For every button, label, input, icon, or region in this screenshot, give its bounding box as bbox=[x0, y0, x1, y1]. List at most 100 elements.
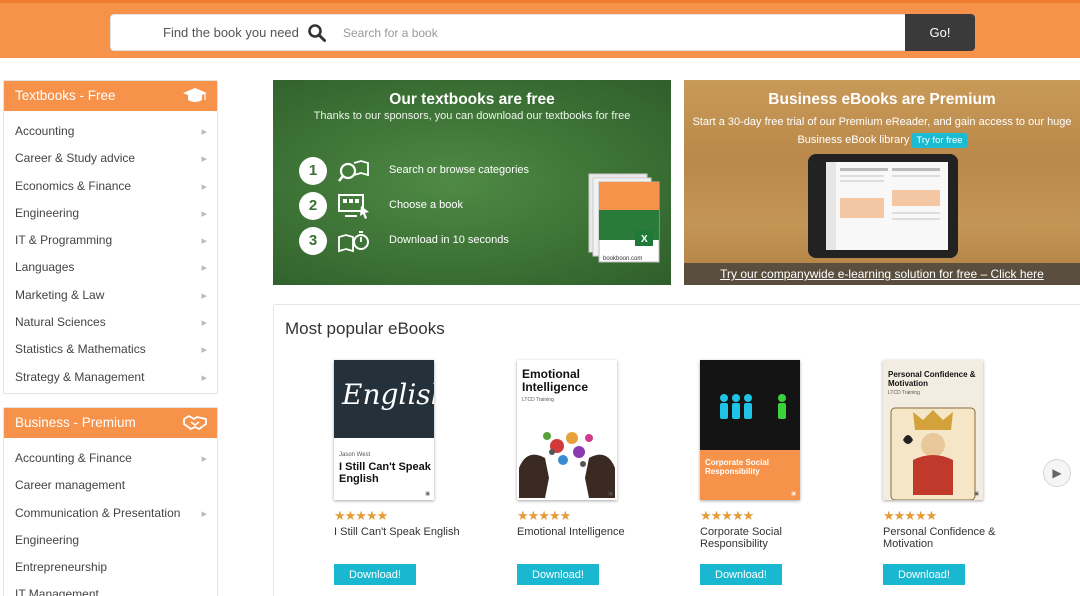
sidebar-item-marketing-law[interactable]: Marketing & Law ▸ bbox=[4, 281, 217, 308]
step-number: 1 bbox=[299, 157, 327, 185]
book-card: Personal Confidence & Motivation LTCD Tr… bbox=[883, 360, 1013, 585]
book-title[interactable]: Personal Confidence & Motivation bbox=[883, 526, 1013, 554]
king-card-icon bbox=[890, 407, 976, 500]
book-title[interactable]: Emotional Intelligence bbox=[517, 526, 647, 554]
publisher-logo-icon: ▣ bbox=[974, 491, 979, 497]
sidebar-free-panel: Textbooks - Free Accounting ▸ Career & St… bbox=[3, 80, 218, 394]
step-text: Choose a book bbox=[389, 199, 463, 211]
step-number: 2 bbox=[299, 192, 327, 220]
elearning-footer: Try our companywide e-learning solution … bbox=[684, 263, 1080, 285]
sidebar-item-label: Career management bbox=[15, 478, 126, 493]
chevron-right-icon: ▸ bbox=[201, 371, 207, 384]
sidebar-premium-header[interactable]: Business - Premium bbox=[4, 408, 217, 438]
sidebar-item-strategy-management[interactable]: Strategy & Management ▸ bbox=[4, 363, 217, 390]
sidebar-item-engineering-premium[interactable]: Engineering bbox=[4, 526, 217, 553]
elearning-link[interactable]: Try our companywide e-learning solution … bbox=[720, 267, 1044, 281]
publisher-logo-icon: ▣ bbox=[791, 491, 796, 497]
sidebar-item-it-programming[interactable]: IT & Programming ▸ bbox=[4, 226, 217, 253]
bookboon-logo-text: bookboon.com bbox=[603, 256, 642, 262]
book-cover[interactable]: Corporate Social Responsibility ▣ bbox=[700, 360, 800, 500]
sidebar-item-label: Communication & Presentation bbox=[15, 505, 181, 520]
rating-stars: ★★★★★ bbox=[334, 508, 388, 523]
cover-title: Emotional Intelligence bbox=[522, 367, 589, 394]
sidebar-premium-list: Accounting & Finance ▸ Career management … bbox=[4, 438, 217, 596]
cover-title: Personal Confidence & Motivation bbox=[888, 370, 976, 388]
monitor-cursor-icon bbox=[338, 194, 369, 219]
step-text: Download in 10 seconds bbox=[389, 234, 509, 246]
chevron-right-icon: ▶ bbox=[1052, 466, 1062, 480]
sidebar-item-career-study[interactable]: Career & Study advice ▸ bbox=[4, 144, 217, 171]
sidebar-item-label: Entrepreneurship bbox=[15, 560, 108, 575]
go-button[interactable]: Go! bbox=[905, 14, 975, 51]
book-cover[interactable]: Personal Confidence & Motivation LTCD Tr… bbox=[883, 360, 983, 500]
chevron-right-icon: ▸ bbox=[201, 126, 207, 138]
sidebar-item-label: Marketing & Law bbox=[15, 287, 105, 302]
search-input[interactable] bbox=[343, 21, 883, 45]
book-cover[interactable]: English Jason West I Still Can't Speak E… bbox=[334, 360, 434, 500]
search-icon[interactable] bbox=[307, 23, 327, 43]
sidebar-item-label: Languages bbox=[15, 260, 75, 275]
try-for-free-button[interactable]: Try for free bbox=[912, 133, 967, 148]
sidebar-item-economics-finance[interactable]: Economics & Finance ▸ bbox=[4, 172, 217, 199]
sidebar-item-it-management[interactable]: IT Management bbox=[4, 580, 217, 596]
sidebar-item-statistics-mathematics[interactable]: Statistics & Mathematics ▸ bbox=[4, 335, 217, 362]
publisher-logo-icon: ▣ bbox=[425, 491, 430, 497]
sidebar-item-languages[interactable]: Languages ▸ bbox=[4, 253, 217, 280]
step-3: 3 Download in 10 seconds bbox=[299, 227, 559, 257]
sidebar-item-natural-sciences[interactable]: Natural Sciences ▸ bbox=[4, 308, 217, 335]
search-box: Find the book you need Go! bbox=[110, 14, 975, 51]
sidebar-item-label: Career & Study advice bbox=[15, 151, 136, 166]
people-figures-icon bbox=[720, 394, 786, 419]
sidebar-item-engineering[interactable]: Engineering ▸ bbox=[4, 199, 217, 226]
book-card: Emotional Intelligence LTCD Training ▣ ★… bbox=[517, 360, 647, 585]
sidebar-free-header[interactable]: Textbooks - Free bbox=[4, 81, 217, 111]
free-textbooks-banner[interactable]: Our textbooks are free Thanks to our spo… bbox=[273, 80, 671, 285]
most-popular-section: Most popular eBooks English Jason West I… bbox=[273, 304, 1080, 596]
rating-stars: ★★★★★ bbox=[883, 508, 937, 523]
cover-art-word: English bbox=[342, 378, 434, 411]
download-button[interactable]: Download! bbox=[334, 564, 416, 585]
publisher-logo-icon: ▣ bbox=[608, 491, 613, 497]
cover-art: English bbox=[334, 360, 434, 438]
sidebar-item-career-management[interactable]: Career management bbox=[4, 471, 217, 498]
step-2: 2 Choose a book bbox=[299, 192, 559, 222]
textbook-stack-image: X bookboon.com bbox=[588, 173, 660, 263]
sidebar-item-accounting[interactable]: Accounting ▸ bbox=[4, 117, 217, 144]
sidebar-item-label: Economics & Finance bbox=[15, 178, 132, 193]
chevron-right-icon: ▸ bbox=[201, 507, 207, 520]
sidebar-item-label: Engineering bbox=[15, 205, 80, 220]
sidebar-free-title: Textbooks - Free bbox=[15, 88, 116, 103]
download-button[interactable]: Download! bbox=[700, 564, 782, 585]
cover-author: LTCD Training bbox=[888, 390, 920, 396]
book-cover[interactable]: Emotional Intelligence LTCD Training ▣ bbox=[517, 360, 617, 500]
book-title[interactable]: I Still Can't Speak English bbox=[334, 526, 464, 554]
handshake-icon bbox=[183, 415, 207, 430]
top-search-bar: Find the book you need Go! bbox=[0, 0, 1080, 58]
sidebar-item-entrepreneurship[interactable]: Entrepreneurship bbox=[4, 553, 217, 580]
sidebar-item-label: Engineering bbox=[15, 532, 80, 547]
sidebar-item-label: Statistics & Mathematics bbox=[15, 342, 146, 357]
chevron-right-icon: ▸ bbox=[201, 289, 207, 302]
cover-title: I Still Can't Speak English bbox=[339, 461, 431, 485]
free-banner-title: Our textbooks are free bbox=[389, 91, 555, 108]
sidebar-item-communication-presentation[interactable]: Communication & Presentation ▸ bbox=[4, 499, 217, 526]
gears-heads-icon bbox=[519, 432, 615, 498]
download-button[interactable]: Download! bbox=[883, 564, 965, 585]
chevron-right-icon: ▸ bbox=[201, 180, 207, 193]
book-title[interactable]: Corporate Social Responsibility bbox=[700, 526, 830, 554]
carousel-next-button[interactable]: ▶ bbox=[1043, 459, 1071, 487]
sidebar-item-label: IT & Programming bbox=[15, 233, 113, 248]
chevron-right-icon: ▸ bbox=[201, 207, 207, 220]
sidebar-item-label: Natural Sciences bbox=[15, 315, 106, 330]
sidebar-item-label: Accounting bbox=[15, 124, 75, 138]
download-button[interactable]: Download! bbox=[517, 564, 599, 585]
book-timer-icon bbox=[338, 231, 369, 253]
chevron-right-icon: ▸ bbox=[201, 317, 207, 330]
chevron-right-icon: ▸ bbox=[201, 344, 207, 357]
step-number: 3 bbox=[299, 227, 327, 255]
cover-author: LTCD Training bbox=[522, 397, 554, 403]
sidebar-item-accounting-finance[interactable]: Accounting & Finance ▸ bbox=[4, 444, 217, 471]
sidebar-free-list: Accounting ▸ Career & Study advice ▸ Econo… bbox=[4, 111, 217, 390]
premium-ebooks-banner[interactable]: Business eBooks are Premium Start a 30-d… bbox=[684, 80, 1080, 285]
svg-text:X: X bbox=[641, 234, 648, 245]
